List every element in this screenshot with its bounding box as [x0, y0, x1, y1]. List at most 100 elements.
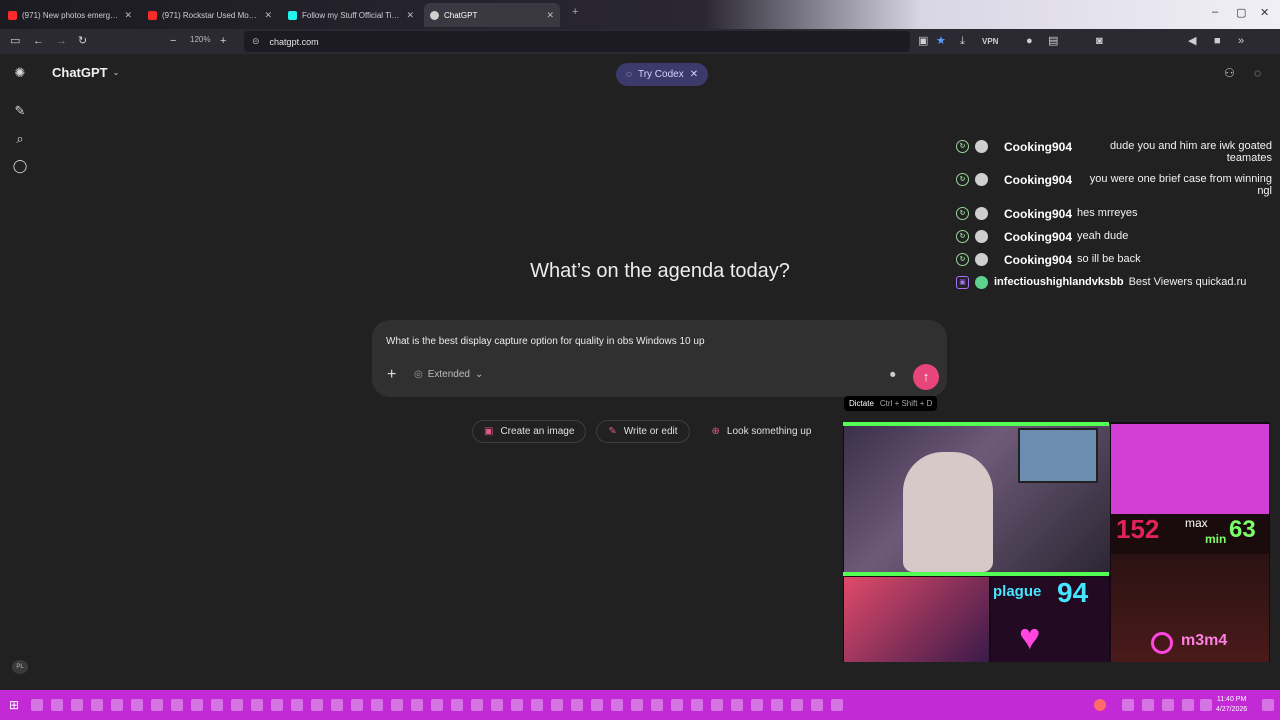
close-tab-icon[interactable]: ✕ [124, 10, 132, 21]
new-chat-icon[interactable]: ✎ [11, 102, 29, 120]
taskbar-app-icon[interactable] [551, 699, 563, 711]
tray-app-icon[interactable] [1162, 699, 1174, 711]
mode-selector[interactable]: ◎ Extended ⌄ [414, 369, 483, 380]
taskbar-app-icon[interactable] [371, 699, 383, 711]
task-view-icon[interactable] [51, 699, 63, 711]
taskbar-app-icon[interactable] [811, 699, 823, 711]
new-tab-icon[interactable]: + [572, 6, 578, 18]
browser-tab-active[interactable]: ChatGPT ✕ [424, 3, 560, 27]
taskbar-app-icon[interactable] [311, 699, 323, 711]
browser-tab[interactable]: (971) Rockstar Used Mocap for ✕ [142, 5, 278, 25]
maximize-icon[interactable]: ▢ [1236, 6, 1246, 19]
folder-icon[interactable] [91, 699, 103, 711]
close-icon[interactable]: ✕ [690, 69, 698, 80]
volume-icon[interactable]: ◀ [1188, 34, 1196, 49]
camera-icon[interactable]: ◙ [1096, 34, 1103, 49]
taskbar-app-icon[interactable] [191, 699, 203, 711]
taskbar-app-icon[interactable] [411, 699, 423, 711]
taskbar-app-icon[interactable] [491, 699, 503, 711]
taskbar-app-icon[interactable] [511, 699, 523, 711]
taskbar-app-icon[interactable] [131, 699, 143, 711]
taskbar-app-icon[interactable] [291, 699, 303, 711]
browser-tab[interactable]: Follow my Stuff Official TikTok ✕ [282, 5, 420, 25]
taskbar-app-icon[interactable] [791, 699, 803, 711]
taskbar-app-icon[interactable] [691, 699, 703, 711]
close-tab-icon[interactable]: ✕ [264, 10, 272, 21]
vpn-button[interactable]: VPN [982, 34, 998, 49]
youtube-icon [8, 10, 17, 20]
reload-icon[interactable]: ↻ [78, 34, 87, 49]
taskbar-app-icon[interactable] [391, 699, 403, 711]
taskbar-app-icon[interactable] [651, 699, 663, 711]
taskbar-app-icon[interactable] [631, 699, 643, 711]
volume-icon[interactable] [1200, 699, 1212, 711]
taskbar-app-icon[interactable] [611, 699, 623, 711]
taskbar-app-icon[interactable] [351, 699, 363, 711]
taskbar-app-icon[interactable] [751, 699, 763, 711]
taskbar-app-icon[interactable] [531, 699, 543, 711]
search-icon[interactable]: ⌕ [11, 130, 29, 148]
address-bar[interactable]: ⊝ chatgpt.com [244, 31, 910, 52]
taskbar-app-icon[interactable] [831, 699, 843, 711]
wallet-icon[interactable]: ▤ [1048, 34, 1058, 49]
windows-start-icon[interactable]: ⊞ [9, 698, 19, 712]
add-attachment-icon[interactable]: + [387, 366, 396, 384]
send-button[interactable]: ↑ [913, 364, 939, 390]
taskbar-app-icon[interactable] [671, 699, 683, 711]
taskbar-app-icon[interactable] [71, 699, 83, 711]
chat-bubble-icon[interactable]: ◯ [11, 157, 29, 175]
bookmark-star-icon[interactable]: ★ [936, 34, 946, 49]
cloud-icon[interactable] [1142, 699, 1154, 711]
taskbar-app-icon[interactable] [171, 699, 183, 711]
taskbar-app-icon[interactable] [331, 699, 343, 711]
model-selector[interactable]: ChatGPT ⌄ [52, 65, 119, 80]
back-icon[interactable]: ← [33, 34, 44, 49]
notifications-icon[interactable] [1262, 699, 1274, 711]
network-icon[interactable] [1182, 699, 1194, 711]
extension-icon[interactable]: ● [1026, 34, 1033, 49]
microphone-icon[interactable]: ⏺ [890, 369, 896, 382]
tray-chevron-icon[interactable] [1122, 699, 1134, 711]
taskbar-app-icon[interactable] [591, 699, 603, 711]
minimize-icon[interactable]: – [1212, 6, 1218, 18]
forward-icon[interactable]: → [56, 34, 67, 49]
taskbar-app-icon[interactable] [731, 699, 743, 711]
close-tab-icon[interactable]: ✕ [546, 10, 554, 21]
write-edit-chip[interactable]: ✎ Write or edit [596, 420, 690, 443]
notification-icon[interactable] [1094, 699, 1106, 711]
window-close-icon[interactable]: ✕ [1260, 6, 1269, 19]
add-people-icon[interactable]: ⚇ [1224, 66, 1235, 80]
taskbar-app-icon[interactable] [151, 699, 163, 711]
zoom-out-icon[interactable]: − [170, 34, 176, 49]
close-tab-icon[interactable]: ✕ [406, 10, 414, 21]
try-codex-pill[interactable]: ◌ Try Codex ✕ [616, 63, 709, 86]
more-icon[interactable]: » [1238, 34, 1244, 49]
site-info-icon[interactable]: ⊝ [252, 36, 260, 47]
composer[interactable]: What is the best display capture option … [372, 320, 947, 397]
taskbar-app-icon[interactable] [211, 699, 223, 711]
taskbar-app-icon[interactable] [771, 699, 783, 711]
taskbar-app-icon[interactable] [271, 699, 283, 711]
taskbar-app-icon[interactable] [251, 699, 263, 711]
prompt-input[interactable]: What is the best display capture option … [386, 336, 705, 347]
taskbar-app-icon[interactable] [431, 699, 443, 711]
taskbar-app-icon[interactable] [471, 699, 483, 711]
screenshot-icon[interactable]: ▣ [918, 34, 928, 49]
search-icon[interactable] [31, 699, 43, 711]
system-clock[interactable]: 11:40 PM 4/27/2026 [1216, 695, 1247, 715]
browser-tab[interactable]: (971) New photos emerge of su ✕ [2, 5, 138, 25]
avatar[interactable]: PL [12, 660, 28, 674]
zoom-in-icon[interactable]: + [220, 34, 226, 49]
download-icon[interactable]: ⤓ [960, 34, 965, 49]
taskbar-app-icon[interactable] [111, 699, 123, 711]
temporary-chat-icon[interactable]: ◌ [1254, 66, 1261, 80]
look-up-chip[interactable]: ⊕ Look something up [700, 420, 813, 443]
openai-logo-icon[interactable]: ✺ [11, 64, 29, 82]
taskbar-app-icon[interactable] [571, 699, 583, 711]
taskbar-app-icon[interactable] [231, 699, 243, 711]
taskbar-app-icon[interactable] [451, 699, 463, 711]
taskbar-app-icon[interactable] [711, 699, 723, 711]
sidebar-toggle-icon[interactable]: ▭ [10, 34, 20, 49]
menu-icon[interactable]: ■ [1214, 34, 1221, 49]
create-image-chip[interactable]: ▣ Create an image [472, 420, 587, 443]
